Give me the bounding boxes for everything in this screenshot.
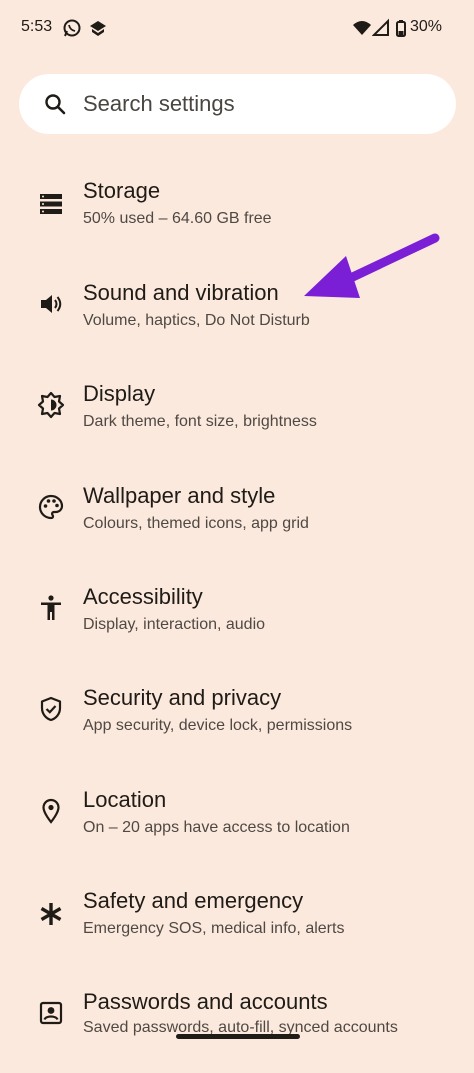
settings-item-safety-and-emergency[interactable]: Safety and emergency Emergency SOS, medi… [0,876,474,972]
settings-item-subtitle: Colours, themed icons, app grid [83,515,309,532]
brightness-icon [37,391,65,419]
settings-item-title: Passwords and accounts [83,989,328,1014]
settings-item-accessibility[interactable]: Accessibility Display, interaction, audi… [0,572,474,668]
settings-item-subtitle: Display, interaction, audio [83,616,266,633]
settings-item-wallpaper-and-style[interactable]: Wallpaper and style Colours, themed icon… [0,471,474,567]
navigation-handle[interactable] [176,1034,300,1039]
accessibility-icon [41,595,61,620]
settings-item-display[interactable]: Display Dark theme, font size, brightnes… [0,369,474,465]
settings-item-title: Safety and emergency [83,888,304,913]
settings-item-subtitle: App security, device lock, permissions [83,717,353,734]
shield-icon [40,696,62,722]
settings-item-subtitle: 50% used – 64.60 GB free [83,210,272,227]
location-pin-icon [42,798,60,824]
palette-icon [38,494,64,520]
settings-item-subtitle: On – 20 apps have access to location [83,819,350,836]
battery-icon [396,20,406,37]
asterisk-icon [40,903,62,925]
settings-item-location[interactable]: Location On – 20 apps have access to loc… [0,775,474,871]
signal-icon [372,18,389,36]
settings-item-subtitle: Dark theme, font size, brightness [83,413,317,430]
battery-percent: 30% [410,18,443,35]
search-icon [45,94,66,115]
status-time: 5:53 [21,18,53,35]
search-bar[interactable]: Search settings [19,74,456,134]
settings-item-title: Accessibility [83,584,203,609]
settings-item-title: Security and privacy [83,685,282,710]
volume-icon [41,295,62,313]
settings-item-passwords-and-accounts[interactable]: Passwords and accounts Saved passwords, … [0,977,474,1073]
account-box-icon [39,1001,63,1025]
settings-item-title: Display [83,381,156,406]
settings-item-subtitle: Emergency SOS, medical info, alerts [83,920,345,937]
search-placeholder: Search settings [83,91,235,116]
status-bar: 5:53 30% [0,0,474,56]
settings-item-security-and-privacy[interactable]: Security and privacy App security, devic… [0,673,474,769]
settings-item-title: Sound and vibration [83,280,279,305]
wifi-icon [353,21,371,35]
app-notification-icon [90,21,106,36]
whatsapp-icon [63,19,81,37]
settings-item-title: Location [83,787,167,812]
annotation-arrow [304,233,440,298]
settings-item-subtitle: Volume, haptics, Do Not Disturb [83,312,310,329]
storage-icon [40,194,62,214]
settings-item-title: Wallpaper and style [83,483,276,508]
settings-item-title: Storage [83,178,161,203]
